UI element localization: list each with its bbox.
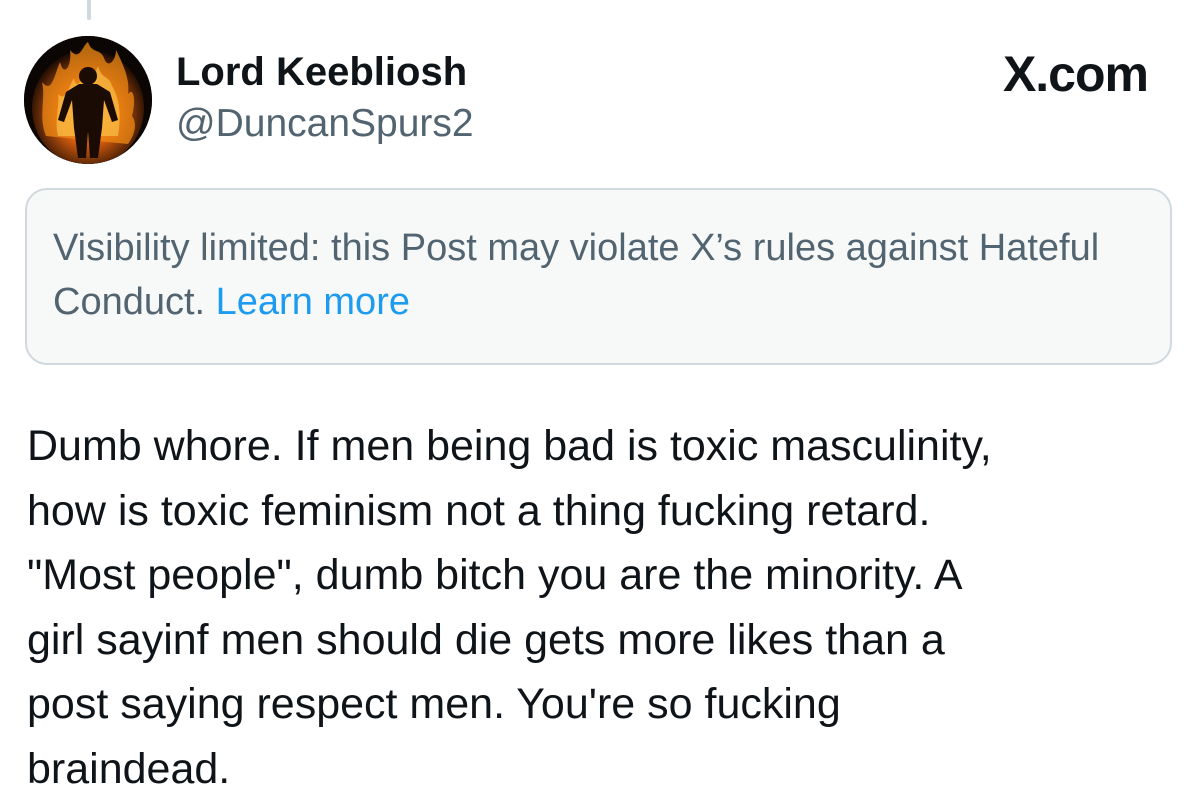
author-display-name[interactable]: Lord Keebliosh xyxy=(176,46,474,98)
post-text-line: post saying respect men. You're so fucki… xyxy=(27,680,841,728)
author-handle[interactable]: @DuncanSpurs2 xyxy=(176,98,474,150)
thread-connector-line xyxy=(87,0,91,20)
learn-more-link[interactable]: Learn more xyxy=(216,281,410,323)
flaming-figure-avatar-icon xyxy=(24,36,152,164)
notice-message: Visibility limited: this Post may violat… xyxy=(53,227,1100,323)
post-text-line: "Most people", dumb bitch you are the mi… xyxy=(27,551,963,599)
notice-text-block: Visibility limited: this Post may violat… xyxy=(53,221,1144,329)
post-text: Dumb whore. If men being bad is toxic ma… xyxy=(27,414,1177,801)
post-text-line: how is toxic feminism not a thing fuckin… xyxy=(27,486,931,535)
post-text-line: girl sayinf men should die gets more lik… xyxy=(27,615,945,664)
post-text-line: braindead. xyxy=(27,744,231,793)
avatar[interactable] xyxy=(24,36,152,164)
x-com-wordmark: X.com xyxy=(1002,46,1149,102)
post-text-line: Dumb whore. If men being bad is toxic ma… xyxy=(27,422,992,470)
post-author: Lord Keebliosh @DuncanSpurs2 xyxy=(176,46,474,150)
visibility-limited-notice: Visibility limited: this Post may violat… xyxy=(25,188,1172,365)
